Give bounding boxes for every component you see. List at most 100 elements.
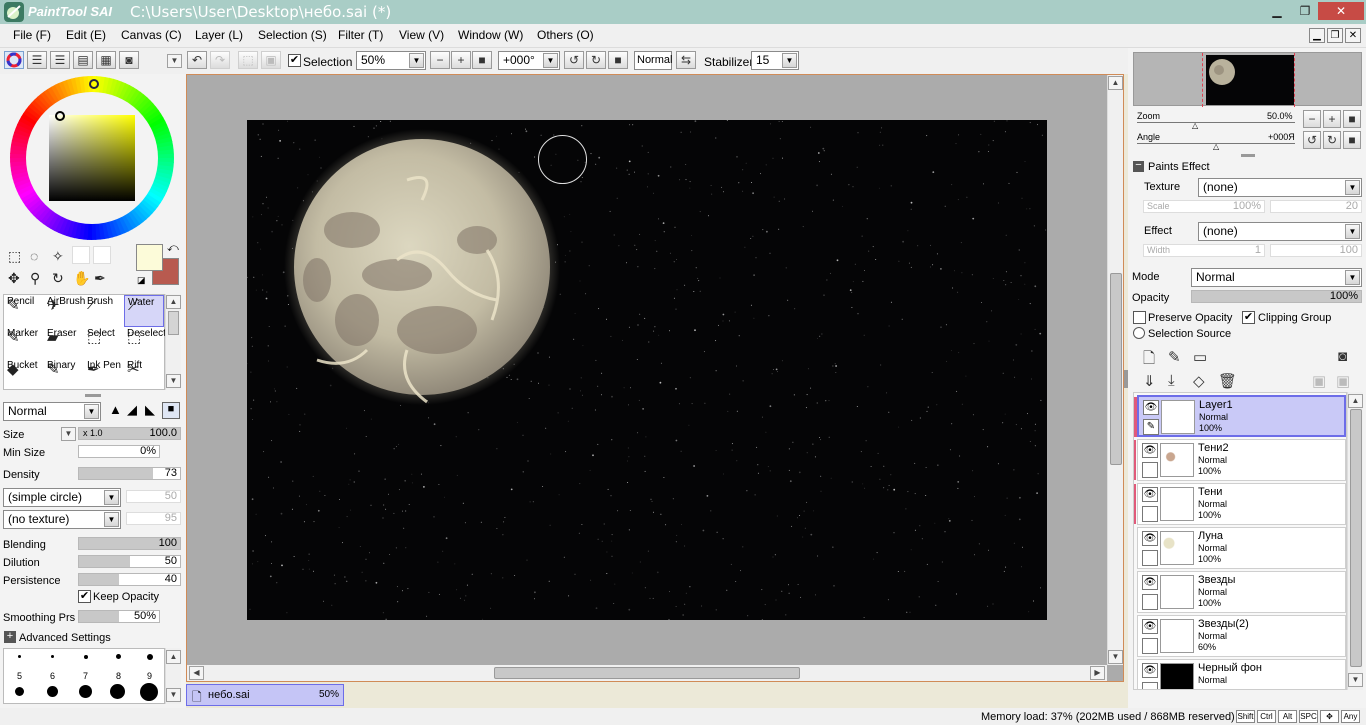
scroll-down-button[interactable]: ▼	[166, 374, 181, 388]
transfer-down-icon[interactable]: ⇓	[1143, 372, 1156, 390]
panel-splitter[interactable]	[85, 394, 101, 397]
canvas-horizontal-scrollbar[interactable]: ◀ ▶	[187, 665, 1107, 681]
menu-file[interactable]: File (F)	[13, 28, 51, 42]
scroll-left-button[interactable]: ◀	[189, 666, 204, 680]
min-size-slider[interactable]: 0%	[78, 445, 160, 458]
scrollbar-thumb[interactable]	[494, 667, 800, 679]
size-dot[interactable]	[79, 685, 92, 698]
scroll-right-button[interactable]: ▶	[1090, 666, 1105, 680]
menu-layer[interactable]: Layer (L)	[195, 28, 243, 42]
persistence-slider[interactable]: 40	[78, 573, 181, 586]
nav-rotate-reset-button[interactable]: ■	[1343, 131, 1361, 149]
lasso-icon[interactable]: ◌	[30, 248, 38, 264]
size-dot[interactable]	[110, 684, 125, 699]
navigator-zoom-slider[interactable]	[1137, 122, 1295, 123]
texture-strength-slider[interactable]: 20	[1270, 200, 1362, 213]
panel-options-button[interactable]: ▼	[167, 54, 182, 68]
eye-icon[interactable]: 👁	[1143, 400, 1159, 415]
tool-grid-scrollbar[interactable]: ▲ ▼	[165, 294, 181, 390]
rotate-reset-button[interactable]: ■	[608, 51, 628, 69]
size-dot[interactable]	[18, 655, 21, 658]
eye-icon[interactable]: 👁	[1142, 619, 1158, 634]
menu-filter[interactable]: Filter (T)	[338, 28, 383, 42]
stabilizer-select[interactable]: 15 ▼	[751, 51, 799, 70]
eye-icon[interactable]: 👁	[1142, 575, 1158, 590]
eye-icon[interactable]: 👁	[1142, 531, 1158, 546]
nav-zoom-out-button[interactable]: −	[1303, 110, 1321, 128]
slider-handle-icon[interactable]: △	[1192, 121, 1198, 130]
zoom-icon[interactable]: ⚲	[30, 270, 40, 287]
deselect-button[interactable]: ⬚	[238, 51, 258, 69]
magic-wand-icon[interactable]: ✧	[52, 248, 64, 265]
size-dot[interactable]	[147, 654, 153, 660]
edit-pencil-icon[interactable]: ✎	[1143, 419, 1159, 435]
eye-icon[interactable]: 👁	[1142, 663, 1158, 678]
apply-mask-icon[interactable]: ▣	[1312, 372, 1326, 390]
layer-list-scrollbar[interactable]: ▲ ▼	[1347, 392, 1363, 690]
new-layer-icon[interactable]: 🗋	[1143, 348, 1155, 373]
mdi-close-button[interactable]: ✕	[1345, 28, 1361, 43]
size-dot[interactable]	[116, 654, 121, 659]
menu-view[interactable]: View (V)	[399, 28, 444, 42]
edge-flat-icon[interactable]: ■	[162, 402, 180, 419]
minimize-button[interactable]: ▁	[1263, 2, 1291, 20]
zoom-out-button[interactable]: −	[430, 51, 450, 69]
close-button[interactable]: ✕	[1318, 2, 1364, 20]
scroll-up-button[interactable]: ▲	[1108, 76, 1123, 90]
effect-strength-slider[interactable]: 100	[1270, 244, 1362, 257]
layer-item[interactable]: 👁 Тени2 Normal 100%	[1134, 439, 1346, 481]
hand-icon[interactable]: ✋	[73, 270, 90, 287]
new-linework-layer-icon[interactable]: ✎	[1168, 348, 1181, 366]
layer-opacity-slider[interactable]: 100%	[1191, 290, 1362, 303]
color-set-tab[interactable]: ▤	[73, 51, 93, 69]
size-slider[interactable]: x 1.0 100.0	[78, 427, 181, 440]
delete-layer-icon[interactable]: 🗑	[1218, 372, 1237, 390]
merge-down-icon[interactable]: ⤓	[1168, 372, 1175, 389]
scroll-up-button[interactable]: ▲	[166, 650, 181, 664]
layer-lock-toggle[interactable]	[1142, 682, 1158, 689]
expand-advanced-icon[interactable]: +	[4, 631, 16, 643]
preserve-opacity-checkbox[interactable]	[1133, 311, 1146, 324]
tool-airbrush[interactable]: AirBrush ✈	[44, 295, 85, 327]
navigator-preview[interactable]	[1133, 52, 1362, 107]
tool-rift[interactable]: Rift ✂	[124, 359, 164, 391]
tool-deselect[interactable]: Deselect ⬚	[124, 327, 166, 359]
tool-brush[interactable]: Brush ⟋	[84, 295, 124, 327]
rgb-slider-tab[interactable]: ☰	[27, 51, 47, 69]
primary-color-swatch[interactable]	[136, 244, 163, 271]
document-tab[interactable]: 🗋 небо.sai 50%	[186, 684, 344, 706]
brush-texture-strength[interactable]: 95	[126, 512, 181, 525]
zoom-in-button[interactable]: +	[451, 51, 471, 69]
swap-colors-icon[interactable]: ⤺	[167, 242, 179, 255]
layer-item[interactable]: 👁 ✎ Layer1 Normal 100%	[1134, 395, 1346, 437]
edge-hard-icon[interactable]: ▲	[109, 402, 122, 417]
brush-shape-strength[interactable]: 50	[126, 490, 181, 503]
transparent-color-icon[interactable]: ◪	[137, 275, 146, 286]
keep-opacity-checkbox[interactable]: ✔	[78, 590, 91, 603]
layer-item[interactable]: 👁 Луна Normal 100%	[1137, 527, 1346, 569]
canvas-vertical-scrollbar[interactable]: ▲ ▼	[1107, 75, 1123, 665]
angle-select[interactable]: +000° ▼	[498, 51, 560, 70]
scroll-down-button[interactable]: ▼	[1348, 673, 1363, 687]
scroll-up-button[interactable]: ▲	[1348, 394, 1363, 408]
layer-item[interactable]: 👁 Звезды Normal 100%	[1137, 571, 1346, 613]
texture-scale-slider[interactable]: Scale 100%	[1143, 200, 1265, 213]
layer-item[interactable]: 👁 Тени Normal 100%	[1134, 483, 1346, 525]
menu-canvas[interactable]: Canvas (C)	[121, 28, 182, 42]
size-dot[interactable]	[15, 687, 24, 696]
view-mode-select[interactable]: Normal	[634, 51, 672, 70]
scroll-down-button[interactable]: ▼	[1108, 650, 1123, 664]
clipping-group-checkbox[interactable]: ✔	[1242, 311, 1255, 324]
size-dot[interactable]	[84, 655, 88, 659]
menu-others[interactable]: Others (O)	[537, 28, 594, 42]
nav-zoom-in-button[interactable]: +	[1323, 110, 1341, 128]
collapse-paints-effect-icon[interactable]: −	[1133, 160, 1144, 172]
rect-select-icon[interactable]: ⬚	[8, 248, 21, 265]
brush-shape-select[interactable]: (simple circle) ▼	[3, 488, 121, 507]
scrollbar-thumb[interactable]	[1110, 273, 1122, 465]
maximize-button[interactable]: ❐	[1291, 2, 1319, 20]
layer-mask-icon[interactable]: ◙	[1338, 348, 1347, 365]
tool-bucket[interactable]: Bucket ◆	[4, 359, 44, 391]
edge-medium-icon[interactable]: ◢	[127, 402, 137, 418]
size-dot[interactable]	[140, 683, 158, 701]
